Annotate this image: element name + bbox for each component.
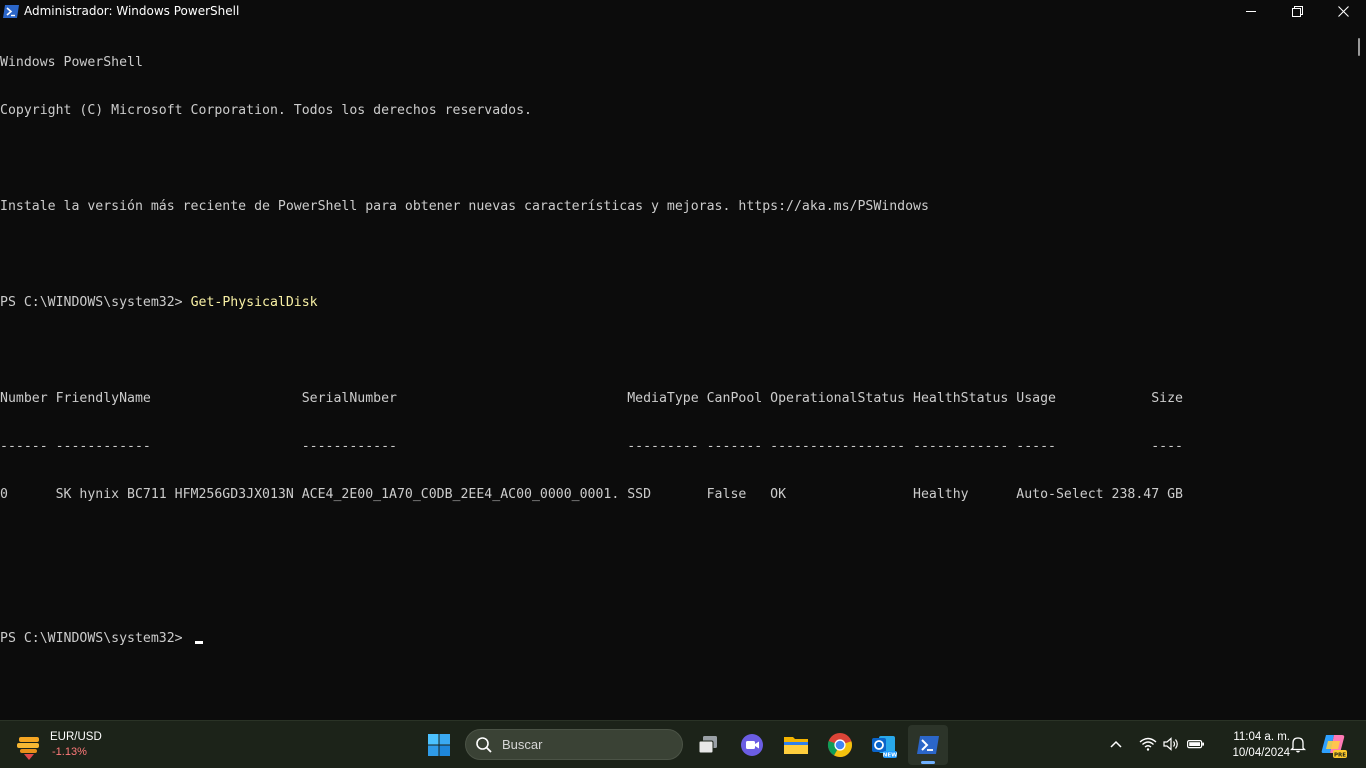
battery-icon[interactable] [1186,733,1206,755]
start-button[interactable] [419,725,459,765]
widget-title: EUR/USD [50,731,102,743]
search-icon [476,736,492,753]
clock-date: 10/04/2024 [1232,747,1290,759]
volume-icon[interactable] [1162,733,1182,755]
copyright-line: Copyright (C) Microsoft Corporation. Tod… [0,103,532,118]
restore-button[interactable] [1274,0,1320,22]
active-prompt-line[interactable]: PS C:\WINDOWS\system32> [0,631,1352,647]
chrome-button[interactable] [820,725,860,765]
minimize-button[interactable] [1228,0,1274,22]
window-title: Administrador: Windows PowerShell [24,4,240,18]
teams-meet-icon [741,734,763,756]
task-view-icon [698,736,717,754]
system-clock[interactable]: 11:04 a. m. 10/04/2024 [1214,729,1290,761]
command-text: Get-PhysicalDisk [190,295,318,310]
copilot-button[interactable]: PRE [1314,725,1354,765]
stock-widget[interactable]: EUR/USD -1.13% [12,725,102,765]
widget-value: -1.13% [52,746,87,758]
copilot-pre-icon: PRE [1321,735,1347,758]
command-line: PS C:\WINDOWS\system32> Get-PhysicalDisk [0,295,1352,311]
stock-ticker-icon [12,728,46,762]
file-explorer-button[interactable] [776,725,816,765]
clock-time: 11:04 a. m. [1233,731,1290,743]
chrome-icon [827,733,852,757]
title-bar[interactable]: Administrador: Windows PowerShell [0,0,1366,22]
table-row: 0 SK hynix BC711 HFM256GD3JX013N ACE4_2E… [0,487,1183,502]
close-icon [1337,5,1349,17]
teams-meet-button[interactable] [732,725,772,765]
powershell-taskbar-button[interactable] [908,725,948,765]
minimize-icon [1246,11,1256,12]
powershell-window: Administrador: Windows PowerShell Window… [0,0,1366,720]
powershell-icon [3,4,19,18]
search-box[interactable]: Buscar [465,729,683,760]
powershell-icon [917,736,939,754]
scrollbar-thumb[interactable] [1358,38,1360,56]
text-cursor [194,641,203,644]
file-explorer-icon [784,737,808,754]
svg-text:NEW: NEW [883,753,897,759]
start-icon [428,734,450,756]
window-controls [1228,0,1366,22]
svg-text:PRE: PRE [1334,752,1346,758]
taskbar: EUR/USD -1.13% Buscar NEW 11:04 a. m. 10… [0,720,1366,768]
outlook-new-icon: NEW [872,736,897,759]
bell-icon[interactable] [1288,733,1308,755]
console-output[interactable]: Windows PowerShell Copyright (C) Microso… [0,23,1352,720]
outlook-new-button[interactable]: NEW [864,725,904,765]
prompt: PS C:\WINDOWS\system32> [0,631,191,646]
prompt: PS C:\WINDOWS\system32> [0,295,191,310]
banner-line: Windows PowerShell [0,55,143,70]
wifi-icon[interactable] [1138,733,1158,755]
chevron-up-icon[interactable] [1106,733,1126,755]
table-header: Number FriendlyName SerialNumber MediaTy… [0,391,1183,406]
table-separator: ------ ------------ ------------ -------… [0,439,1183,454]
update-notice-line: Instale la versión más reciente de Power… [0,199,929,214]
task-view-button[interactable] [688,725,728,765]
close-button[interactable] [1320,0,1366,22]
restore-icon [1291,5,1303,17]
search-placeholder: Buscar [502,737,543,752]
active-app-indicator [921,761,935,764]
